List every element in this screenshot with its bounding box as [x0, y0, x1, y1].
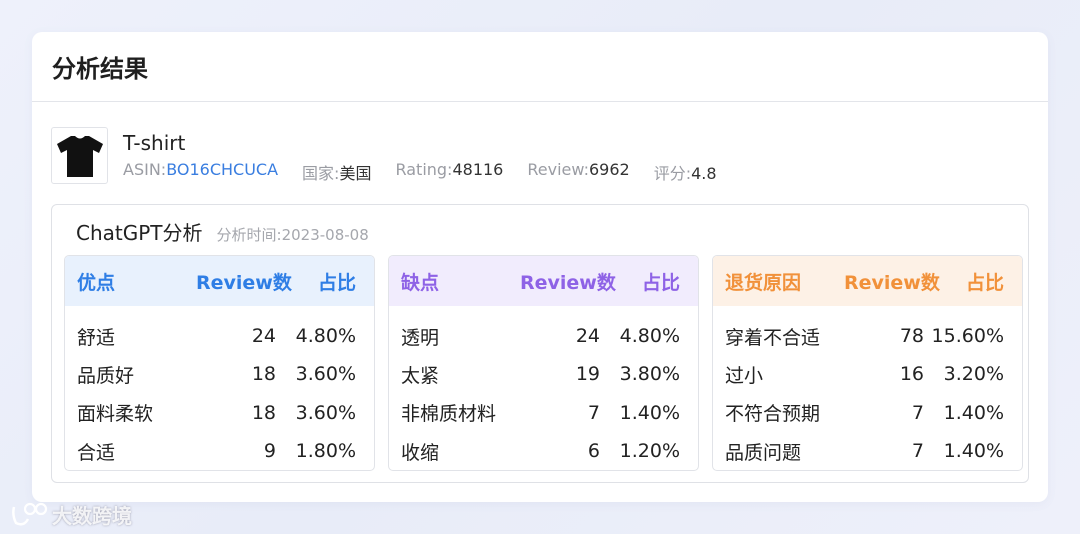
table-row: 透明 24 4.80% [389, 317, 698, 355]
pros-col-review: Review数 [196, 271, 292, 294]
row-count: 19 [575, 363, 600, 386]
row-ratio: 1.40% [943, 440, 1004, 463]
table-row: 品质好 18 3.60% [65, 355, 374, 393]
row-count: 24 [575, 325, 600, 348]
row-ratio: 3.60% [295, 363, 356, 386]
chatgpt-analysis: ChatGPT分析 分析时间:2023-08-08 优点 Review数 占比 … [51, 204, 1029, 483]
cons-col-ratio: 占比 [641, 271, 680, 294]
country-value: 美国 [339, 164, 372, 183]
row-label: 透明 [401, 326, 440, 349]
row-ratio: 4.80% [619, 325, 680, 348]
row-label: 太紧 [401, 364, 440, 387]
row-label: 品质问题 [725, 441, 802, 464]
watermark-text: 大数跨境 [52, 504, 132, 528]
analysis-time-label: 分析时间: [216, 226, 282, 244]
row-count: 16 [899, 363, 924, 386]
row-label: 收缩 [401, 441, 440, 464]
card-header: 分析结果 [32, 32, 1048, 102]
asin-link[interactable]: BO16CHCUCA [166, 160, 278, 179]
cons-header: 缺点 Review数 占比 [389, 256, 698, 306]
pros-col-label: 优点 [77, 271, 116, 294]
review-value: 6962 [588, 160, 630, 179]
returns-col-review: Review数 [844, 271, 940, 294]
row-count: 78 [899, 325, 924, 348]
row-count: 7 [911, 440, 924, 463]
table-row: 太紧 19 3.80% [389, 355, 698, 393]
analysis-title: ChatGPT分析 [76, 221, 203, 245]
returns-header: 退货原因 Review数 占比 [713, 256, 1022, 306]
row-label: 面料柔软 [77, 403, 154, 426]
returns-col-ratio: 占比 [965, 271, 1004, 294]
row-label: 非棉质材料 [401, 403, 497, 426]
product-meta: ASIN:BO16CHCUCA 国家:美国 Rating:48116 Revie… [123, 160, 741, 184]
row-count: 18 [251, 401, 276, 424]
table-row: 品质问题 7 1.40% [713, 432, 1022, 470]
table-row: 收缩 6 1.20% [389, 432, 698, 470]
row-count: 6 [587, 440, 600, 463]
row-count: 7 [587, 401, 600, 424]
row-label: 过小 [725, 364, 764, 387]
row-label: 舒适 [77, 326, 116, 349]
brand-logo-icon [12, 502, 48, 526]
table-row: 不符合预期 7 1.40% [713, 394, 1022, 432]
row-ratio: 3.20% [943, 363, 1004, 386]
table-row: 穿着不合适 78 15.60% [713, 317, 1022, 355]
returns-panel: 退货原因 Review数 占比 穿着不合适 78 15.60% 过小 16 3.20% … [712, 255, 1023, 471]
score-label: 评分: [653, 164, 692, 183]
returns-col-label: 退货原因 [725, 271, 802, 294]
result-card: 分析结果 T-shirt ASIN:BO16CHCUCA 国家:美国 Ratin… [32, 32, 1048, 502]
pros-panel: 优点 Review数 占比 舒适 24 4.80% 品质好 18 3.60% 面料柔软 1… [64, 255, 375, 471]
review-label: Review: [527, 160, 589, 179]
row-label: 品质好 [77, 364, 135, 387]
page-title: 分析结果 [52, 55, 148, 83]
row-ratio: 1.80% [295, 440, 356, 463]
watermark: 大数跨境 [10, 500, 132, 529]
country-label: 国家: [302, 164, 340, 183]
row-count: 9 [263, 440, 276, 463]
tshirt-icon [56, 135, 103, 177]
product-thumbnail[interactable] [51, 127, 108, 184]
cons-col-label: 缺点 [401, 271, 440, 294]
score-value: 4.8 [691, 164, 717, 183]
rating-label: Rating: [395, 160, 453, 179]
row-ratio: 4.80% [295, 325, 356, 348]
row-count: 24 [251, 325, 276, 348]
row-label: 穿着不合适 [725, 326, 821, 349]
row-ratio: 3.80% [619, 363, 680, 386]
row-label: 合适 [77, 441, 116, 464]
row-ratio: 1.40% [619, 401, 680, 424]
row-label: 不符合预期 [725, 403, 821, 426]
cons-panel: 缺点 Review数 占比 透明 24 4.80% 太紧 19 3.80% 非棉质材料 7… [388, 255, 699, 471]
row-ratio: 1.20% [619, 440, 680, 463]
pros-header: 优点 Review数 占比 [65, 256, 374, 306]
row-ratio: 1.40% [943, 401, 1004, 424]
asin-label: ASIN: [123, 160, 167, 179]
product-summary: T-shirt ASIN:BO16CHCUCA 国家:美国 Rating:481… [51, 127, 741, 184]
row-count: 18 [251, 363, 276, 386]
row-ratio: 3.60% [295, 401, 356, 424]
rating-value: 48116 [452, 160, 504, 179]
table-row: 面料柔软 18 3.60% [65, 394, 374, 432]
row-count: 7 [911, 401, 924, 424]
analysis-time-value: 2023-08-08 [281, 226, 369, 244]
cons-col-review: Review数 [520, 271, 616, 294]
table-row: 过小 16 3.20% [713, 355, 1022, 393]
row-ratio: 15.60% [931, 325, 1004, 348]
pros-col-ratio: 占比 [317, 271, 356, 294]
table-row: 舒适 24 4.80% [65, 317, 374, 355]
table-row: 合适 9 1.80% [65, 432, 374, 470]
table-row: 非棉质材料 7 1.40% [389, 394, 698, 432]
product-name: T-shirt [123, 131, 186, 155]
